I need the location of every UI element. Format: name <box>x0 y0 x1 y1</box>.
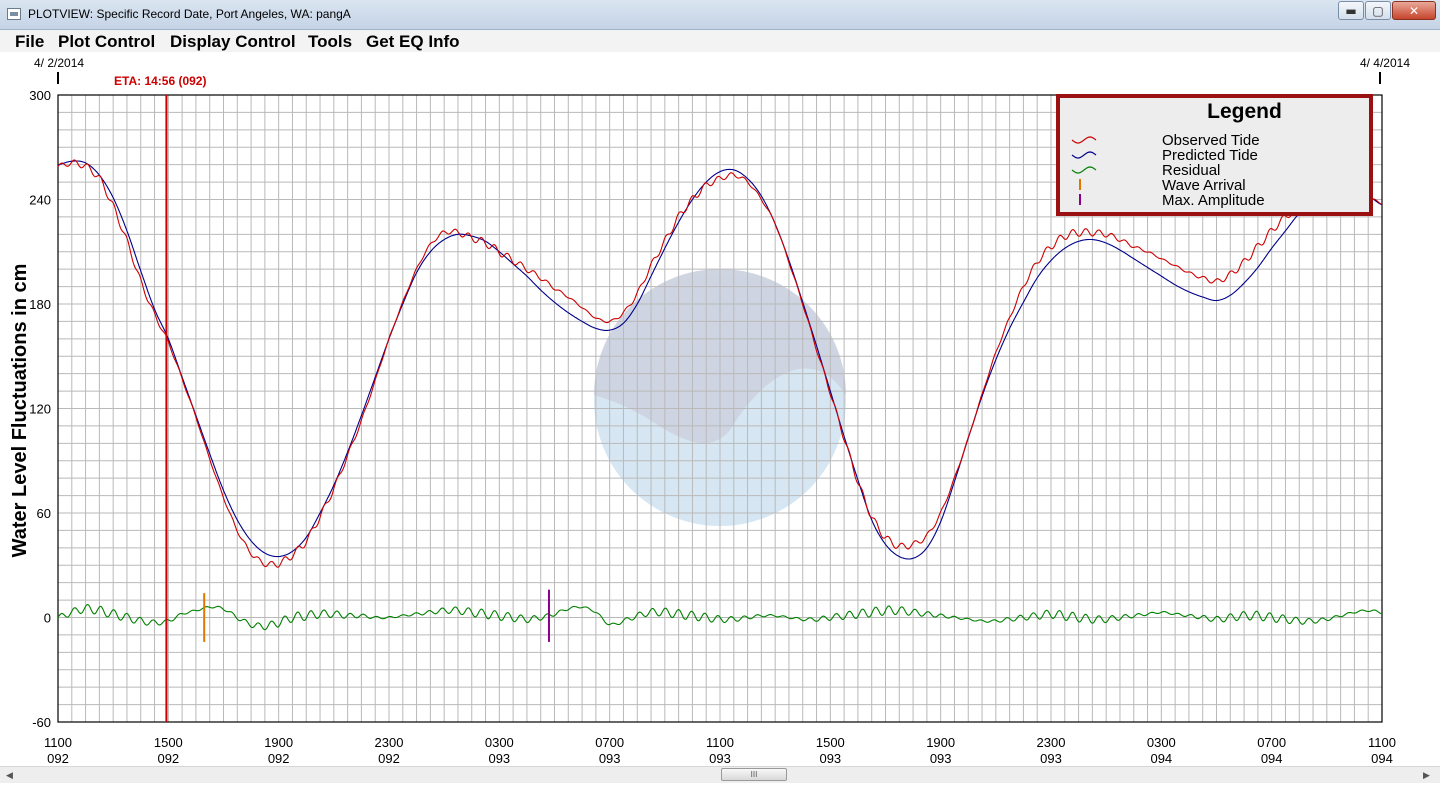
x-tick-time-label: 2300 <box>375 735 404 750</box>
x-tick-day-label: 093 <box>709 751 731 766</box>
x-tick-day-label: 093 <box>930 751 952 766</box>
eta-label: ETA: 14:56 (092) <box>114 74 206 88</box>
close-button[interactable]: ✕ <box>1392 1 1436 20</box>
y-tick-label: 0 <box>44 611 51 626</box>
x-tick-day-label: 094 <box>1261 751 1283 766</box>
y-axis-label: Water Level Fluctuations in cm <box>9 264 31 558</box>
y-tick-label: 60 <box>37 506 51 521</box>
x-tick-time-label: 0300 <box>485 735 514 750</box>
minimize-button[interactable]: ▬ <box>1338 1 1364 20</box>
y-axis-ticks: -60 0 60 120 180 240 300 <box>29 88 51 730</box>
x-tick-time-label: 2300 <box>1037 735 1066 750</box>
x-tick-time-label: 1900 <box>264 735 293 750</box>
x-tick-time-label: 1100 <box>1368 735 1396 750</box>
x-tick-day-label: 092 <box>378 751 400 766</box>
app-icon <box>7 8 21 20</box>
legend: Legend Observed TidePredicted TideResidu… <box>1056 94 1373 216</box>
date-markers: 4/ 2/2014 4/ 4/2014 <box>34 56 1410 84</box>
x-tick-day-label: 092 <box>157 751 179 766</box>
menu-bar: File Plot Control Display Control Tools … <box>0 30 1440 52</box>
legend-title: Legend <box>1207 100 1282 123</box>
x-tick-time-label: 1100 <box>706 735 734 750</box>
x-tick-day-label: 094 <box>1150 751 1172 766</box>
scroll-left-arrow-icon[interactable]: ◀ <box>1 767 18 783</box>
y-tick-label: 180 <box>29 297 51 312</box>
window-controls: ▬ ▢ ✕ <box>1337 1 1436 21</box>
window-title: PLOTVIEW: Specific Record Date, Port Ang… <box>28 7 351 21</box>
menu-get-eq-info[interactable]: Get EQ Info <box>366 32 460 52</box>
x-tick-day-label: 092 <box>47 751 69 766</box>
x-tick-time-label: 0700 <box>595 735 624 750</box>
x-tick-day-label: 093 <box>599 751 621 766</box>
maximize-button[interactable]: ▢ <box>1365 1 1391 20</box>
x-tick-time-label: 0300 <box>1147 735 1176 750</box>
y-tick-label: 300 <box>29 88 51 103</box>
menu-display-control[interactable]: Display Control <box>170 32 296 52</box>
menu-tools[interactable]: Tools <box>308 32 352 52</box>
x-tick-time-label: 1100 <box>44 735 72 750</box>
scroll-right-arrow-icon[interactable]: ▶ <box>1418 767 1435 783</box>
scroll-thumb[interactable]: III <box>721 768 787 781</box>
x-tick-day-label: 094 <box>1371 751 1393 766</box>
x-tick-day-label: 092 <box>268 751 290 766</box>
tide-chart: -60060120180240300 110009215000921900092… <box>9 56 1410 766</box>
x-tick-time-label: 1500 <box>816 735 845 750</box>
x-tick-time-label: 0700 <box>1257 735 1286 750</box>
y-tick-label: 240 <box>29 193 51 208</box>
date-end-label: 4/ 4/2014 <box>1360 56 1410 70</box>
x-tick-day-label: 093 <box>488 751 510 766</box>
x-tick-day-label: 093 <box>1040 751 1062 766</box>
y-tick-label: 120 <box>29 402 51 417</box>
x-tick-day-label: 093 <box>819 751 841 766</box>
date-start-label: 4/ 2/2014 <box>34 56 84 70</box>
x-tick-time-label: 1500 <box>154 735 183 750</box>
menu-plot-control[interactable]: Plot Control <box>58 32 155 52</box>
event-markers: ETA: 14:56 (092) <box>114 74 550 722</box>
legend-entry-label: Max. Amplitude <box>1162 192 1265 209</box>
menu-file[interactable]: File <box>15 32 44 52</box>
x-axis-ticks: 1100092150009219000922300092030009307000… <box>44 735 1396 766</box>
y-tick-label: -60 <box>32 715 51 730</box>
x-tick-time-label: 1900 <box>926 735 955 750</box>
title-bar: PLOTVIEW: Specific Record Date, Port Ang… <box>0 0 1440 30</box>
horizontal-scrollbar[interactable]: ◀ III ▶ <box>0 766 1440 783</box>
